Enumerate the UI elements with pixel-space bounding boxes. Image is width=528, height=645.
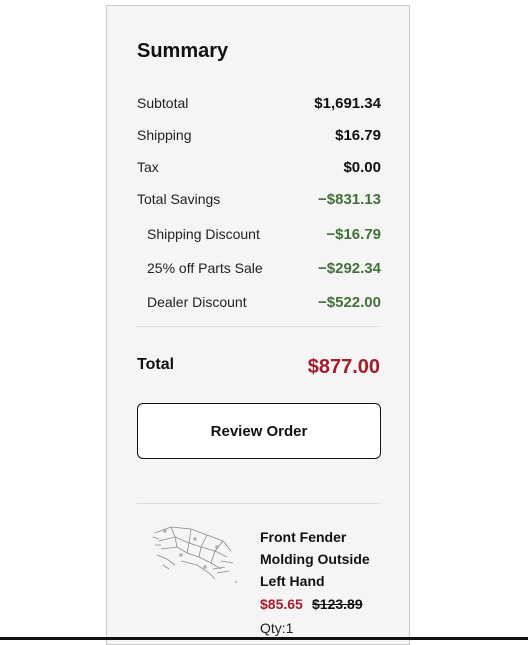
total-value: $877.00 <box>307 356 380 378</box>
tax-label: Tax <box>137 159 159 175</box>
tax-value: $0.00 <box>343 159 381 176</box>
tax-row: Tax $0.00 <box>137 157 381 179</box>
dealer-discount-label: Dealer Discount <box>147 294 247 310</box>
summary-divider <box>137 326 381 327</box>
shipping-row: Shipping $16.79 <box>137 125 381 147</box>
total-savings-value: −$831.13 <box>318 191 381 208</box>
original-price: $123.89 <box>312 596 363 612</box>
item-quantity: Qty:1 <box>260 620 294 636</box>
subtotal-row: Subtotal $1,691.34 <box>137 93 381 115</box>
item-divider <box>137 503 381 504</box>
subtotal-value: $1,691.34 <box>314 95 381 112</box>
sale-price: $85.65 <box>260 596 303 612</box>
order-summary-panel: Summary Subtotal $1,691.34 Shipping $16.… <box>106 5 410 645</box>
parts-sale-discount-row: 25% off Parts Sale −$292.34 <box>137 258 381 280</box>
parts-sale-discount-value: −$292.34 <box>318 260 381 277</box>
summary-title: Summary <box>137 40 229 62</box>
total-savings-row: Total Savings −$831.13 <box>137 189 381 211</box>
parts-sale-discount-label: 25% off Parts Sale <box>147 260 263 276</box>
review-order-button[interactable]: Review Order <box>137 403 381 459</box>
shipping-label: Shipping <box>137 127 192 143</box>
shipping-value: $16.79 <box>335 127 381 144</box>
total-savings-label: Total Savings <box>137 191 221 207</box>
parts-diagram-thumbnail-icon[interactable] <box>151 521 239 585</box>
shipping-discount-label: Shipping Discount <box>147 226 260 242</box>
dealer-discount-value: −$522.00 <box>318 294 381 311</box>
subtotal-label: Subtotal <box>137 95 189 111</box>
total-label: Total <box>137 356 175 373</box>
shipping-discount-row: Shipping Discount −$16.79 <box>137 224 381 246</box>
dealer-discount-row: Dealer Discount −$522.00 <box>137 292 381 314</box>
product-name-link[interactable]: Front Fender Molding Outside Left Hand <box>260 526 390 592</box>
shipping-discount-value: −$16.79 <box>326 226 381 243</box>
